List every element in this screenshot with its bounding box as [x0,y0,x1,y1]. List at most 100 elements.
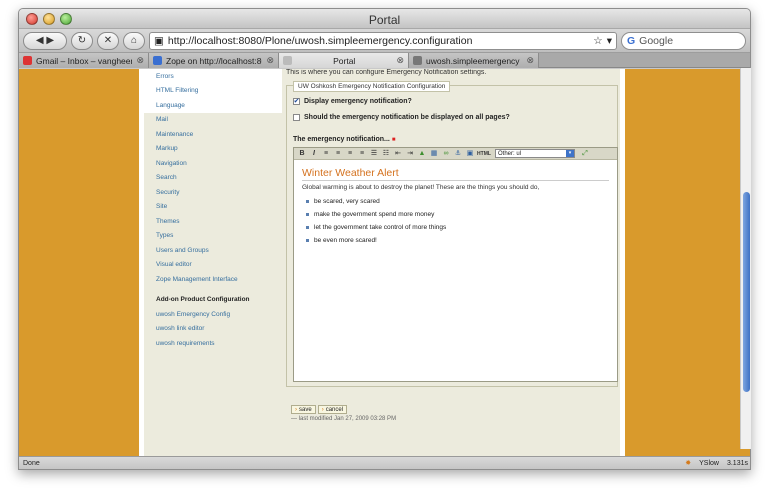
list-item-text: be scared, very scared [314,198,380,205]
list-item: make the government spend more money [302,208,609,221]
status-text: Done [23,459,40,467]
bold-button[interactable]: B [297,149,307,159]
back-forward-buttons[interactable]: ◀ ▶ [23,31,67,50]
reload-button[interactable]: ↻ [71,31,93,50]
cancel-label: cancel [325,406,344,413]
sidebar-item-link-editor[interactable]: uwosh link editor [144,322,282,337]
insert-image-icon[interactable]: ▲ [417,149,427,159]
sidebar-item-users-and-groups[interactable]: Users and Groups [144,243,282,258]
sidebar-item-visual-editor[interactable]: Visual editor [144,258,282,273]
tab-bar: Gmail – Inbox – vangheem@gm... ⊗ Zope on… [19,53,750,68]
tab-label: Zope on http://localhost:8080 [166,55,262,66]
sidebar-item-requirements[interactable]: uwosh requirements [144,336,282,351]
last-modified-text: — last modified Jan 27, 2009 03:28 PM [291,416,397,422]
align-left-icon[interactable]: ≡ [321,149,331,159]
close-tab-icon[interactable]: ⊗ [136,55,144,66]
home-icon: ⌂ [130,35,138,46]
list-item: be scared, very scared [302,195,609,208]
page-scrollbar[interactable] [740,68,751,449]
tab-portal[interactable]: Portal ⊗ [279,53,409,68]
required-marker: ■ [391,137,396,143]
bookmark-star-icon[interactable]: ☆ [593,35,602,47]
all-pages-checkbox[interactable] [293,114,300,121]
tab-label: uwosh.simpleemergency -- Nat... [426,55,522,66]
dropdown-icon[interactable]: ▾ [607,35,612,47]
sidebar-item-zmi[interactable]: Zope Management Interface [144,272,282,287]
emergency-config-fieldset: UW Oshkosh Emergency Notification Config… [286,81,618,387]
display-notification-row: ✔ Display emergency notification? [293,98,412,105]
insert-link-icon[interactable]: ∞ [441,149,451,159]
numbered-list-icon[interactable]: ☰ [369,149,379,159]
url-text[interactable]: http://localhost:8080/Plone/uwosh.simple… [168,35,589,47]
sidebar-item-markup[interactable]: Markup [144,142,282,157]
sidebar-item-security[interactable]: Security [144,185,282,200]
align-right-icon[interactable]: ≡ [345,149,355,159]
editor-document[interactable]: Winter Weather Alert Global warming is a… [294,160,617,254]
align-center-icon[interactable]: ≡ [333,149,343,159]
address-bar[interactable]: ▣ http://localhost:8080/Plone/uwosh.simp… [149,31,617,50]
list-item-text: let the government take control of more … [314,224,447,231]
addon-config-heading: Add-on Product Configuration [156,296,250,304]
list-item: let the government take control of more … [302,221,609,234]
document-list: be scared, very scared make the governme… [302,195,609,247]
intro-text: This is where you can configure Emergenc… [286,69,487,76]
select-arrow-icon: ▾ [566,150,574,157]
home-button[interactable]: ⌂ [123,31,145,50]
outdent-icon[interactable]: ⇤ [393,149,403,159]
form-buttons: › save › cancel [291,405,348,414]
navigation-toolbar: ◀ ▶ ↻ ✕ ⌂ ▣ http://localhost:8080/Plone/… [19,29,750,53]
insert-table-icon[interactable]: ▦ [429,149,439,159]
display-notification-checkbox[interactable]: ✔ [293,98,300,105]
italic-button[interactable]: I [309,149,319,159]
save-button[interactable]: › save [291,405,316,414]
arrow-icon: › [295,406,297,413]
bulleted-list-icon[interactable]: ☷ [381,149,391,159]
sidebar-item-search[interactable]: Search [144,171,282,186]
stop-icon: ✕ [103,35,113,46]
forward-arrow-icon[interactable]: ▶ [46,35,54,46]
cancel-button[interactable]: › cancel [317,405,348,414]
main-content: Errors HTML Filtering Language Mail Main… [144,69,620,458]
close-tab-icon[interactable]: ⊗ [526,55,534,66]
tab-uwosh[interactable]: uwosh.simpleemergency -- Nat... ⊗ [409,53,539,68]
close-tab-icon[interactable]: ⊗ [396,55,404,66]
sidebar-item-errors[interactable]: Errors [144,69,282,84]
bullet-icon [306,213,309,216]
justify-icon[interactable]: ≡ [357,149,367,159]
insert-object-icon[interactable]: ▣ [465,149,475,159]
sidebar-item-types[interactable]: Types [144,229,282,244]
all-pages-row: Should the emergency notification be dis… [293,114,510,121]
tab-label: Portal [333,55,356,66]
bullet-icon [306,200,309,203]
sidebar-item-mail[interactable]: Mail [144,113,282,128]
search-input[interactable]: G Google [621,31,746,50]
tab-zope[interactable]: Zope on http://localhost:8080 ⊗ [149,53,279,68]
window-title: Portal [368,13,401,27]
arrow-icon: › [321,406,324,413]
sidebar-item-html-filtering[interactable]: HTML Filtering [144,83,282,98]
sidebar-item-maintenance[interactable]: Maintenance [144,127,282,142]
back-arrow-icon[interactable]: ◀ [36,35,44,46]
close-tab-icon[interactable]: ⊗ [266,55,274,66]
firebug-icon[interactable]: ✸ [685,459,691,467]
sidebar-item-navigation[interactable]: Navigation [144,156,282,171]
html-source-button[interactable]: HTML [477,149,491,159]
fullscreen-icon[interactable]: ⤢ [580,149,590,159]
title-bar: Portal [19,9,750,29]
load-time: 3.131s [726,459,748,467]
yslow-label[interactable]: YSlow [699,460,719,467]
save-label: save [299,406,312,413]
page-icon [283,56,292,65]
stop-button[interactable]: ✕ [97,31,119,50]
rich-text-editor[interactable]: B I ≡ ≡ ≡ ≡ ☰ ☷ ⇤ ⇥ ▲ ▦ ∞ ⚓ ▣ HTML Other… [293,147,618,382]
scrollbar-thumb[interactable] [743,192,750,392]
indent-icon[interactable]: ⇥ [405,149,415,159]
style-select[interactable]: Other: ul ▾ [495,149,575,158]
anchor-icon[interactable]: ⚓ [453,149,463,159]
sidebar-item-language[interactable]: Language [144,98,282,113]
sidebar-item-site[interactable]: Site [144,200,282,215]
bullet-icon [306,226,309,229]
sidebar-item-emergency-config[interactable]: uwosh Emergency Config [144,307,282,322]
tab-gmail[interactable]: Gmail – Inbox – vangheem@gm... ⊗ [19,53,149,68]
sidebar-item-themes[interactable]: Themes [144,214,282,229]
